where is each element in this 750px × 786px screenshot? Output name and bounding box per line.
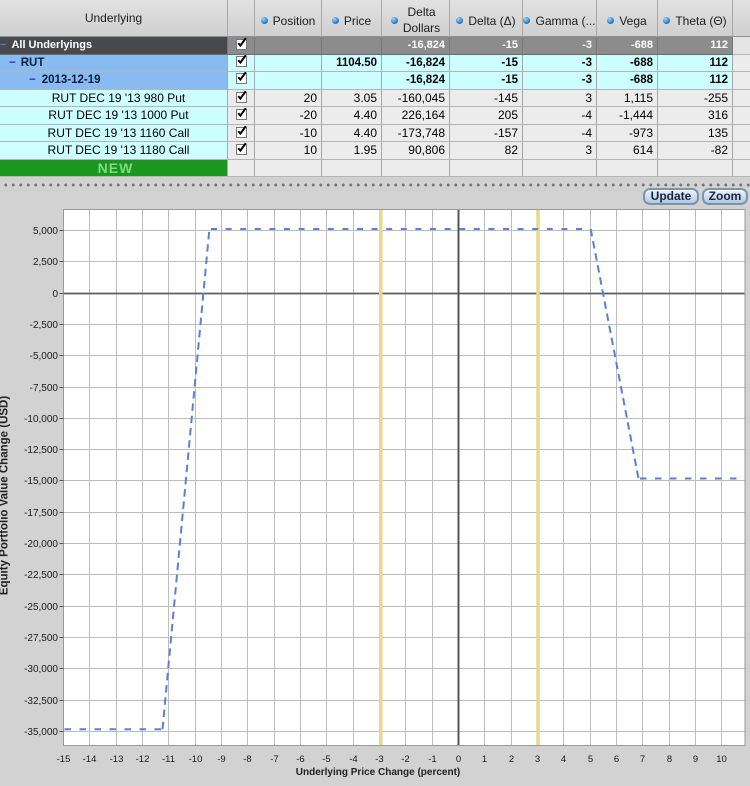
svg-text:-5,000: -5,000: [30, 351, 59, 362]
svg-text:-15,000: -15,000: [24, 476, 58, 487]
svg-text:0: 0: [52, 289, 58, 300]
svg-text:-32,500: -32,500: [24, 696, 58, 707]
svg-text:-2,500: -2,500: [30, 320, 59, 331]
svg-text:-20,000: -20,000: [24, 539, 58, 550]
svg-text:-8: -8: [243, 754, 251, 765]
svg-text:-10: -10: [189, 754, 203, 765]
svg-text:-30,000: -30,000: [24, 664, 58, 675]
svg-text:7: 7: [640, 754, 645, 765]
svg-text:-3: -3: [375, 754, 383, 765]
svg-text:-17,500: -17,500: [24, 508, 58, 519]
svg-text:-12: -12: [136, 754, 150, 765]
svg-text:-22,500: -22,500: [24, 570, 58, 581]
svg-text:-7: -7: [270, 754, 278, 765]
svg-text:-13: -13: [110, 754, 124, 765]
svg-text:-1: -1: [428, 754, 436, 765]
svg-text:10: 10: [716, 754, 727, 765]
svg-text:-11: -11: [162, 754, 175, 765]
svg-text:0: 0: [456, 754, 461, 765]
svg-text:3: 3: [535, 754, 540, 765]
svg-text:-14: -14: [83, 754, 97, 765]
svg-text:-15: -15: [57, 754, 71, 765]
svg-text:-4: -4: [349, 754, 357, 765]
svg-text:Equity Portfolio Value Change: Equity Portfolio Value Change (USD): [0, 396, 11, 596]
svg-text:8: 8: [667, 754, 672, 765]
svg-text:-6: -6: [296, 754, 304, 765]
svg-text:-9: -9: [217, 754, 225, 765]
svg-text:-27,500: -27,500: [24, 633, 58, 644]
svg-text:-5: -5: [322, 754, 330, 765]
svg-text:-7,500: -7,500: [30, 383, 59, 394]
svg-text:5: 5: [588, 754, 593, 765]
svg-text:9: 9: [693, 754, 698, 765]
svg-text:1: 1: [482, 754, 487, 765]
svg-text:2: 2: [509, 754, 514, 765]
svg-text:Underlying Price Change (perce: Underlying Price Change (percent): [296, 767, 460, 778]
svg-text:-2: -2: [401, 754, 409, 765]
svg-text:-35,000: -35,000: [24, 727, 58, 738]
svg-text:-12,500: -12,500: [24, 445, 58, 456]
svg-text:4: 4: [561, 754, 566, 765]
svg-text:6: 6: [614, 754, 619, 765]
svg-text:5,000: 5,000: [33, 226, 58, 237]
svg-text:2,500: 2,500: [33, 257, 58, 268]
svg-text:-10,000: -10,000: [24, 414, 58, 425]
svg-text:-25,000: -25,000: [24, 602, 58, 613]
